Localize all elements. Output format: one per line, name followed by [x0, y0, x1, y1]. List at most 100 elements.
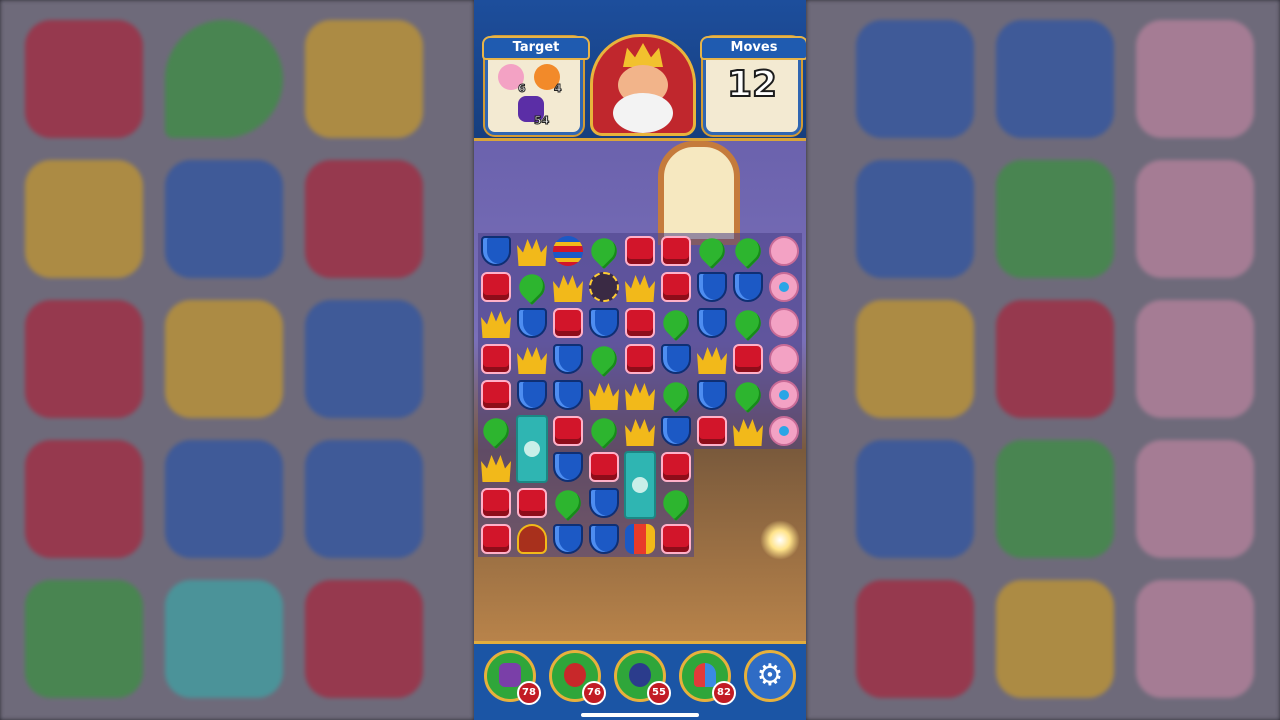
top-bar: Target 6 4 54 Moves 12: [474, 0, 806, 141]
board-cell[interactable]: [658, 413, 694, 449]
board-cell[interactable]: [550, 377, 586, 413]
crown-piece-icon: [481, 455, 511, 482]
board-cell[interactable]: [766, 269, 802, 305]
board-cell[interactable]: [766, 305, 802, 341]
board-cell[interactable]: [478, 233, 514, 269]
red-piece-icon: [625, 344, 655, 374]
board-cell[interactable]: [658, 233, 694, 269]
board-cell[interactable]: [550, 269, 586, 305]
board-cell[interactable]: [694, 377, 730, 413]
board-cell[interactable]: [550, 305, 586, 341]
green-piece-icon: [657, 304, 695, 342]
board-cell[interactable]: [657, 484, 695, 522]
board-cell[interactable]: [514, 341, 550, 377]
crown-piece-icon: [625, 383, 655, 410]
background-blur-right: [806, 0, 1280, 720]
board-cell[interactable]: [514, 305, 550, 341]
board-cell[interactable]: [622, 305, 658, 341]
booster-hammer-button[interactable]: 78: [484, 650, 541, 705]
blue-piece-icon: [553, 452, 583, 482]
board-cell[interactable]: [622, 233, 658, 269]
board-cell[interactable]: [658, 521, 694, 557]
board-cell[interactable]: [477, 412, 515, 450]
board-cell[interactable]: [622, 269, 658, 305]
board-cell[interactable]: [514, 233, 550, 269]
gear-icon: ⚙: [756, 658, 784, 693]
board-cell[interactable]: [657, 304, 695, 342]
red-piece-icon: [517, 488, 547, 518]
moves-label: Moves: [700, 36, 806, 60]
home-indicator[interactable]: [581, 713, 699, 717]
board-cell[interactable]: [729, 232, 767, 270]
board-cell[interactable]: [658, 341, 694, 377]
blue-piece-icon: [553, 524, 583, 554]
settings-button[interactable]: ⚙: [744, 650, 796, 702]
bomb-piece-icon: [589, 272, 619, 302]
crown-piece-icon: [625, 419, 655, 446]
board-cell[interactable]: [586, 449, 622, 485]
board-cell[interactable]: [730, 413, 766, 449]
board-cell[interactable]: [766, 341, 802, 377]
board-cell[interactable]: [694, 341, 730, 377]
booster-cannon-button[interactable]: 55: [614, 650, 671, 705]
board-cell[interactable]: [478, 377, 514, 413]
board-cell[interactable]: [766, 377, 802, 413]
booster-crossbow-button[interactable]: 76: [549, 650, 606, 705]
green-piece-icon: [477, 412, 515, 450]
board-cell[interactable]: [550, 413, 586, 449]
board-cell[interactable]: [478, 521, 514, 557]
board-cell[interactable]: [766, 413, 802, 449]
board-cell[interactable]: [657, 376, 695, 414]
board-cell[interactable]: [514, 521, 550, 557]
ice-block-with-bear[interactable]: [516, 415, 548, 483]
board-cell[interactable]: [586, 485, 622, 521]
board-cell[interactable]: [478, 341, 514, 377]
board-cell[interactable]: [478, 449, 514, 485]
board-cell[interactable]: [658, 269, 694, 305]
blue-piece-icon: [553, 344, 583, 374]
board-cell[interactable]: [513, 268, 551, 306]
board-cell[interactable]: [730, 341, 766, 377]
board-cell[interactable]: [622, 377, 658, 413]
red-piece-icon: [481, 344, 511, 374]
board-cell[interactable]: [478, 269, 514, 305]
board-cell[interactable]: [766, 233, 802, 269]
board-cell[interactable]: [729, 376, 767, 414]
blue-piece-icon: [661, 416, 691, 446]
board-cell[interactable]: [693, 232, 731, 270]
board-cell[interactable]: [586, 269, 622, 305]
board-cell[interactable]: [514, 485, 550, 521]
green-piece-icon: [657, 484, 695, 522]
board-cell[interactable]: [550, 521, 586, 557]
board-cell[interactable]: [658, 449, 694, 485]
board-cell[interactable]: [586, 377, 622, 413]
board-cell[interactable]: [586, 305, 622, 341]
board-cell[interactable]: [550, 341, 586, 377]
pearl-piece-icon: [769, 380, 799, 410]
red-piece-icon: [661, 236, 691, 266]
board-cell[interactable]: [585, 232, 623, 270]
board-cell[interactable]: [622, 413, 658, 449]
board-cell[interactable]: [622, 341, 658, 377]
booster-jester-button[interactable]: 82: [679, 650, 736, 705]
board-cell[interactable]: [622, 521, 658, 557]
crossbow-icon: [564, 663, 586, 687]
board-cell[interactable]: [550, 233, 586, 269]
board-cell[interactable]: [694, 269, 730, 305]
board-cell[interactable]: [585, 340, 623, 378]
board-cell[interactable]: [730, 269, 766, 305]
board-cell[interactable]: [694, 305, 730, 341]
teddy-bear-icon: [524, 441, 540, 457]
board-cell[interactable]: [585, 412, 623, 450]
board-cell[interactable]: [514, 377, 550, 413]
ice-block-with-bear[interactable]: [624, 451, 656, 519]
board-cell[interactable]: [694, 413, 730, 449]
board-cell[interactable]: [549, 484, 587, 522]
board-cell[interactable]: [586, 521, 622, 557]
board-cell[interactable]: [478, 485, 514, 521]
jester-hat-icon: [694, 663, 716, 687]
board-cell[interactable]: [729, 304, 767, 342]
board-cell[interactable]: [550, 449, 586, 485]
board-cell[interactable]: [478, 305, 514, 341]
crown-piece-icon: [517, 239, 547, 266]
